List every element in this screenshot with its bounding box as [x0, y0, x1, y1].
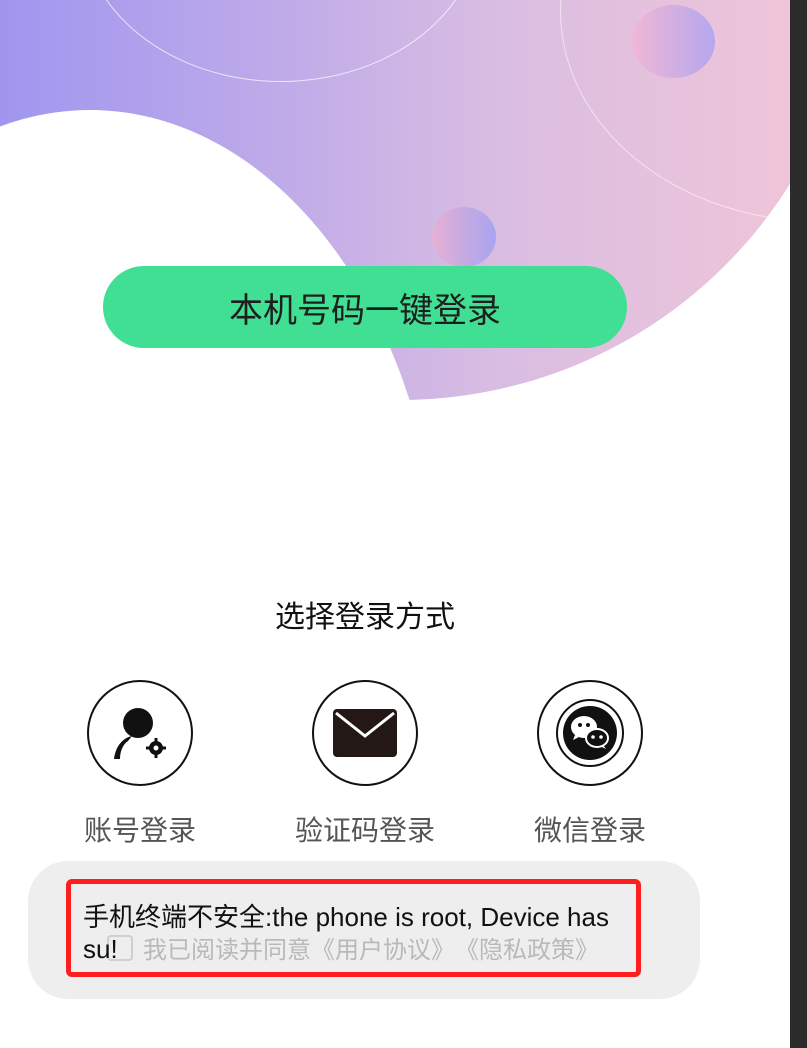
decorative-bubble — [432, 207, 496, 267]
account-login-label: 账号登录 — [83, 814, 196, 847]
wechat-login-label: 微信登录 — [533, 814, 646, 847]
code-login-label: 验证码登录 — [294, 814, 435, 847]
login-method-title: 选择登录方式 — [275, 600, 455, 635]
envelope-icon — [333, 709, 397, 757]
login-screen: 本机号码一键登录 选择登录方式 账号登录 验证码登录 微信登录 我已阅读并同意 … — [0, 0, 790, 1048]
account-icon — [114, 708, 166, 759]
wechat-login-icon-circle[interactable] — [537, 680, 643, 786]
account-login-icon-circle[interactable] — [87, 680, 193, 786]
code-login-option[interactable]: 验证码登录 — [285, 680, 445, 849]
wechat-login-option[interactable]: 微信登录 — [510, 680, 670, 849]
account-login-option[interactable]: 账号登录 — [60, 680, 220, 849]
security-warning-message: 手机终端不安全:the phone is root, Device has su… — [83, 902, 609, 964]
scrollbar[interactable] — [790, 0, 807, 1048]
security-warning-toast: 手机终端不安全:the phone is root, Device has su… — [66, 879, 641, 977]
one-key-login-button[interactable]: 本机号码一键登录 — [103, 266, 627, 348]
decorative-bubble — [632, 5, 715, 78]
wechat-icon — [556, 699, 624, 767]
code-login-icon-circle[interactable] — [312, 680, 418, 786]
